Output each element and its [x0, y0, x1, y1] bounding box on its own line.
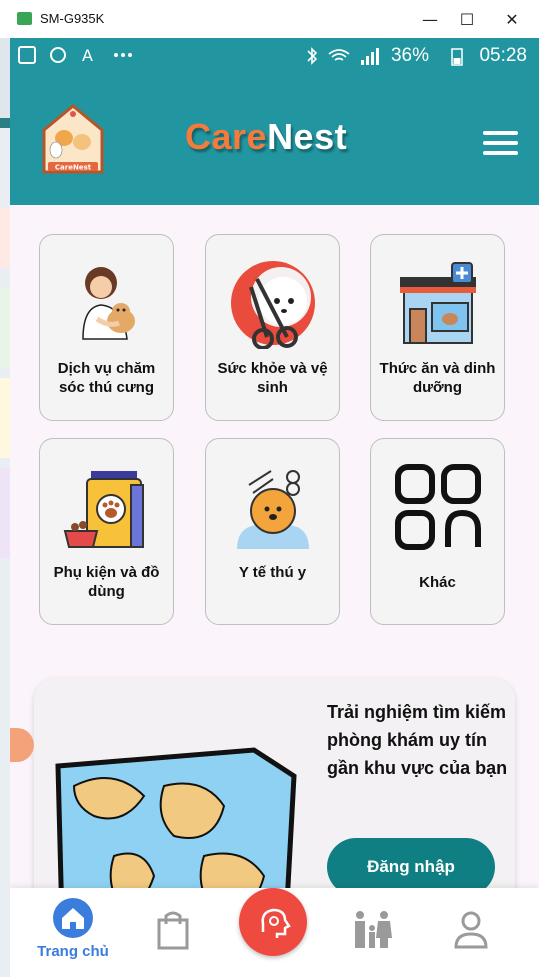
- ai-icon: A: [82, 46, 93, 64]
- promo-text: Trải nghiệm tìm kiếm phòng khám uy tín g…: [327, 702, 508, 778]
- bottom-navigation: Trang chủ: [10, 888, 539, 977]
- app-icon: [17, 12, 32, 25]
- brain-head-button[interactable]: [239, 888, 307, 956]
- background-window-strip: [0, 38, 10, 977]
- home-icon: [53, 898, 93, 938]
- signal-icon: [361, 48, 379, 65]
- category-health-hygiene[interactable]: Sức khỏe và vệ sinh: [205, 234, 340, 421]
- window-titlebar: SM-G935K — ☐ ✕: [0, 0, 539, 39]
- category-label: Thức ăn và dinh dưỡng: [379, 360, 496, 396]
- category-veterinary[interactable]: Y tế thú y: [205, 438, 340, 625]
- more-icon: [114, 53, 132, 57]
- svg-text:A: A: [82, 46, 93, 64]
- category-label: Dịch vụ chăm sóc thú cưng: [57, 360, 156, 396]
- pet-food-icon: [63, 471, 144, 548]
- minimize-icon[interactable]: —: [418, 8, 442, 30]
- category-label: Sức khỏe và vệ sinh: [217, 360, 328, 396]
- category-other[interactable]: Khác: [370, 438, 505, 625]
- category-pet-care[interactable]: Dịch vụ chăm sóc thú cưng: [39, 234, 174, 421]
- shazam-icon: [50, 47, 66, 63]
- category-label: Phụ kiện và đồ dùng: [53, 564, 160, 600]
- category-accessories[interactable]: Phụ kiện và đồ dùng: [39, 438, 174, 625]
- battery-text: 36%: [390, 45, 429, 66]
- category-food-nutrition[interactable]: Thức ăn và dinh dưỡng: [370, 234, 505, 421]
- shopping-bag-icon[interactable]: [156, 910, 190, 950]
- nav-home-label: Trang chủ: [37, 943, 109, 960]
- brand-title: CareNest: [185, 116, 347, 158]
- status-time: 05:28: [479, 45, 527, 66]
- status-bar: A 36% 05:28: [10, 38, 539, 74]
- grooming-icon: [230, 261, 315, 349]
- app-header: CareNest CareNest: [10, 74, 539, 205]
- pet-care-icon: [81, 267, 135, 340]
- lte-wifi-icon: [328, 49, 350, 61]
- family-icon[interactable]: [350, 910, 394, 950]
- flipboard-icon: [18, 46, 36, 64]
- floating-assist-icon[interactable]: [10, 728, 34, 762]
- phone-screen: A 36% 05:28 CareNest CareNest Dịch vụ ch…: [10, 38, 539, 977]
- pet-shop-icon: [399, 262, 476, 344]
- carenest-logo[interactable]: CareNest: [40, 102, 106, 174]
- apps-grid-icon: [394, 464, 481, 550]
- brain-head-icon: [261, 908, 291, 938]
- dog-groomer-icon: [236, 470, 309, 549]
- maximize-icon[interactable]: ☐: [455, 8, 479, 30]
- brand-part-2: Nest: [267, 116, 348, 157]
- category-label: Khác: [419, 574, 456, 591]
- category-label: Y tế thú y: [238, 564, 307, 581]
- close-icon[interactable]: ✕: [500, 8, 524, 30]
- bluetooth-icon: [307, 47, 318, 65]
- nav-home[interactable]: Trang chủ: [33, 898, 113, 968]
- hamburger-menu-icon[interactable]: [481, 129, 521, 159]
- battery-icon: [451, 48, 463, 66]
- logo-text: CareNest: [55, 164, 92, 172]
- brand-part-1: Care: [185, 116, 268, 157]
- window-title: SM-G935K: [40, 11, 105, 26]
- user-icon[interactable]: [453, 910, 489, 950]
